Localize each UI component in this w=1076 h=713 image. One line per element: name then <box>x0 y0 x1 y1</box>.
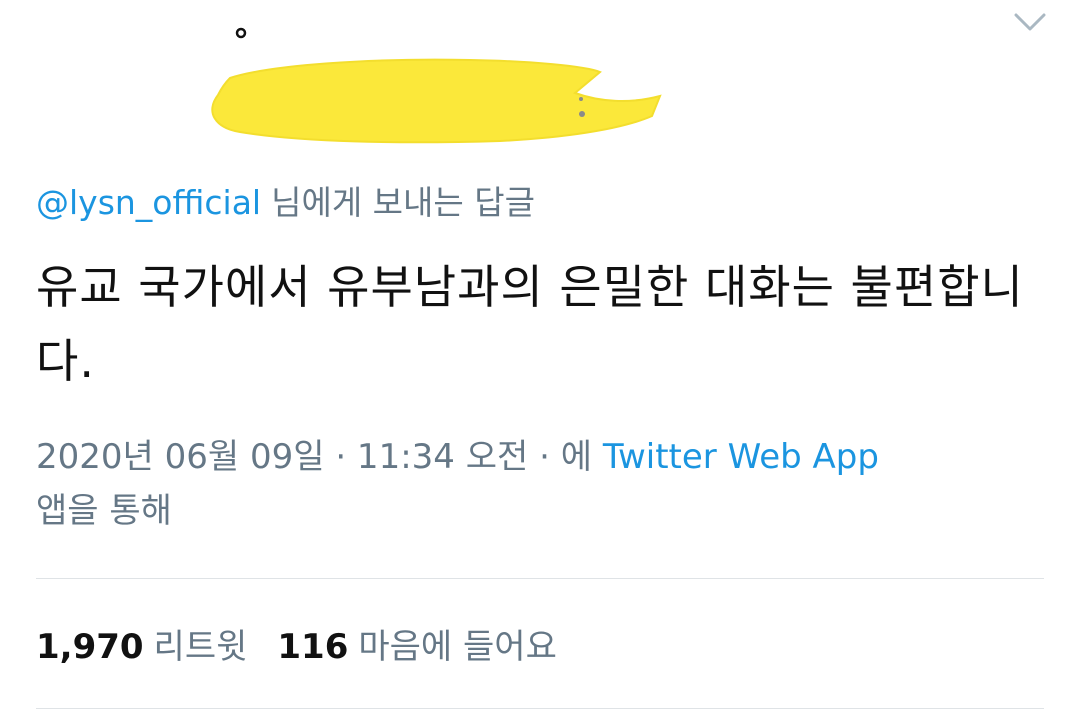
tweet-text: 유교 국가에서 유부남과의 은밀한 대화는 불편합니다. <box>36 260 1024 388</box>
chevron-down-icon[interactable] <box>1010 8 1050 36</box>
reply-context: @lysn_official 님에게 보내는 답글 <box>36 178 535 228</box>
retweets-stat[interactable]: 1,970 리트윗 <box>36 627 247 667</box>
like-label: 마음에 들어요 <box>358 627 557 667</box>
redaction-scribble <box>211 27 662 144</box>
tweet-stats: 1,970 리트윗 116 마음에 들어요 <box>36 620 557 674</box>
like-count: 116 <box>277 627 349 667</box>
likes-stat[interactable]: 116 마음에 들어요 <box>277 627 556 667</box>
retweet-count: 1,970 <box>36 627 144 667</box>
reply-context-label: 님에게 보내는 답글 <box>271 183 535 222</box>
reply-handle-link[interactable]: @lysn_official <box>36 183 261 222</box>
divider <box>36 708 1044 709</box>
tweet-timestamp[interactable]: 2020년 06월 09일 · 11:34 오전 · 에 <box>36 437 592 477</box>
retweet-label: 리트윗 <box>153 627 248 667</box>
source-app-link[interactable]: Twitter Web App <box>603 437 879 477</box>
source-suffix: 앱을 통해 <box>36 491 172 531</box>
tweet-metadata: 2020년 06월 09일 · 11:34 오전 · 에 Twitter Web… <box>36 430 1046 538</box>
divider <box>36 578 1044 579</box>
